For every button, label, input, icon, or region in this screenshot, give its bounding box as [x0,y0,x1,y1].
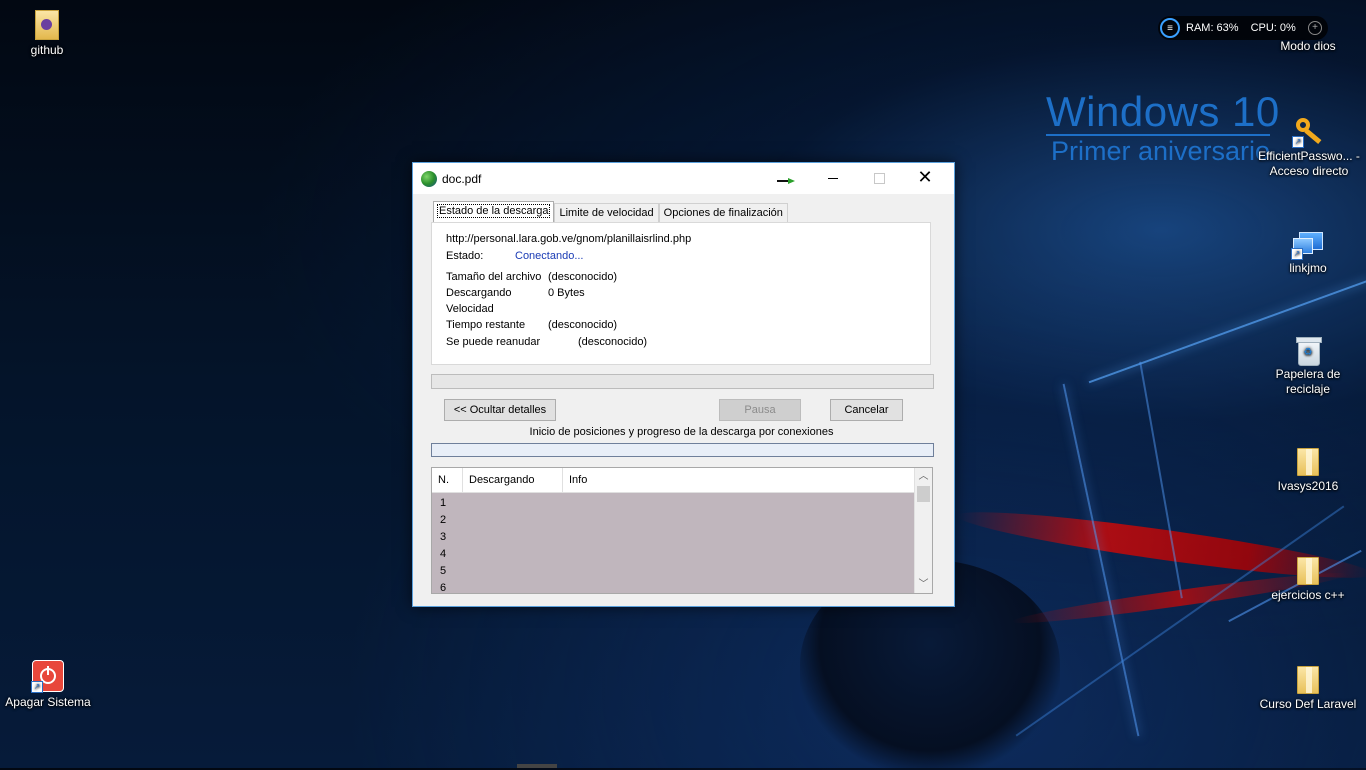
desktop-icon-ejercicios[interactable]: ejercicios c++ [1258,553,1358,603]
chevron-up-icon[interactable]: ︿ [915,468,932,485]
resumable-value: (desconocido) [578,336,648,348]
download-manager-icon [421,171,437,187]
download-progress-bar [431,374,934,389]
watermark-title: Windows 10 [1046,88,1280,135]
arrow-right-icon [777,178,795,184]
resumable-label: Se puede reanudar [446,336,541,348]
folder-icon [1297,557,1319,585]
table-row[interactable]: 2 [440,514,446,526]
status-panel: http://personal.lara.gob.ve/gnom/planill… [431,222,931,365]
table-row[interactable]: 6 [440,582,446,593]
control-panel-icon [1294,12,1322,36]
download-dialog: doc.pdf ✕ Estado de la descarga Limite d… [412,162,955,607]
folder-icon [1297,666,1319,694]
column-header-info[interactable]: Info [563,468,914,492]
state-label: Estado: [446,250,484,262]
desktop-icon-apagar-sistema[interactable]: ↗ Apagar Sistema [0,660,98,710]
time-remaining-value: (desconocido) [548,319,618,331]
cancel-button[interactable]: Cancelar [830,399,903,421]
table-scrollbar[interactable]: ︿ ﹀ [914,468,932,593]
table-row[interactable]: 1 [440,497,446,509]
shortcut-arrow-icon: ↗ [1292,136,1304,148]
ram-usage: RAM: 63% [1186,22,1239,34]
remote-desktop-icon: ↗ [1291,232,1323,260]
desktop-icon-recycle-bin[interactable]: ♻ Papelera de reciclaje [1258,336,1358,397]
desktop-icon-curso-laravel[interactable]: Curso Def Laravel [1258,662,1358,712]
key-icon: ↗ [1292,116,1324,148]
power-icon: ↗ [31,660,64,693]
wallpaper-light-beam [1062,383,1140,737]
wallpaper-light-beam [1139,361,1183,599]
close-button[interactable]: ✕ [902,163,948,194]
connections-progress-bar [431,443,934,457]
hide-details-button[interactable]: << Ocultar detalles [444,399,556,421]
download-url: http://personal.lara.gob.ve/gnom/planill… [446,233,692,245]
watermark-rule [1046,134,1270,136]
table-row[interactable]: 4 [440,548,446,560]
scrollbar-thumb[interactable] [917,486,930,502]
tab-strip: Estado de la descarga Limite de velocida… [433,201,788,222]
shortcut-arrow-icon: ↗ [1291,248,1303,260]
desktop-icon-github[interactable]: github [0,8,97,58]
broom-icon[interactable]: ≡ [1160,18,1180,38]
recycle-bin-icon: ♻ [1296,336,1322,366]
tab-speed-limit[interactable]: Limite de velocidad [554,203,659,222]
downloaded-value: 0 Bytes [548,287,585,299]
minimize-button[interactable] [810,163,856,194]
title-bar[interactable]: doc.pdf ✕ [413,163,954,194]
table-row[interactable]: 3 [440,531,446,543]
connections-table[interactable]: N. Descargando Info 1 2 3 4 5 6 ︿ ﹀ [431,467,933,594]
table-body: 1 2 3 4 5 6 [432,493,914,593]
desktop-icon-efficientpassword[interactable]: ↗ EfficientPasswo... - Acceso directo [1256,116,1362,179]
maximize-button[interactable] [856,163,902,194]
shortcut-arrow-icon: ↗ [31,681,43,693]
file-size-value: (desconocido) [548,271,618,283]
column-header-number[interactable]: N. [432,468,463,492]
column-header-downloading[interactable]: Descargando [463,468,563,492]
folder-icon [1297,448,1319,476]
chevron-down-icon[interactable]: ﹀ [915,576,932,593]
state-value: Conectando... [515,250,584,262]
tab-download-status[interactable]: Estado de la descarga [433,201,555,222]
tab-completion-options[interactable]: Opciones de finalización [658,203,788,222]
downloaded-label: Descargando [446,287,512,299]
github-folder-icon [35,10,59,40]
speed-label: Velocidad [446,303,494,315]
pause-button[interactable]: Pausa [719,399,801,421]
file-size-label: Tamaño del archivo [446,271,542,283]
table-row[interactable]: 5 [440,565,446,577]
desktop-icon-ivasys2016[interactable]: Ivasys2016 [1258,444,1358,494]
table-header: N. Descargando Info [432,468,914,493]
watermark-subtitle: Primer aniversario [1051,136,1271,166]
desktop-icon-modo-dios[interactable]: Modo dios [1258,12,1358,54]
window-title: doc.pdf [442,172,482,186]
taskbar-edge [517,764,557,768]
connections-caption: Inicio de posiciones y progreso de la de… [529,426,834,438]
wallpaper-watermark: Windows 10 Primer aniversario [1046,90,1280,168]
desktop-icon-linkjmo[interactable]: ↗ linkjmo [1258,232,1358,276]
time-remaining-label: Tiempo restante [446,319,526,331]
